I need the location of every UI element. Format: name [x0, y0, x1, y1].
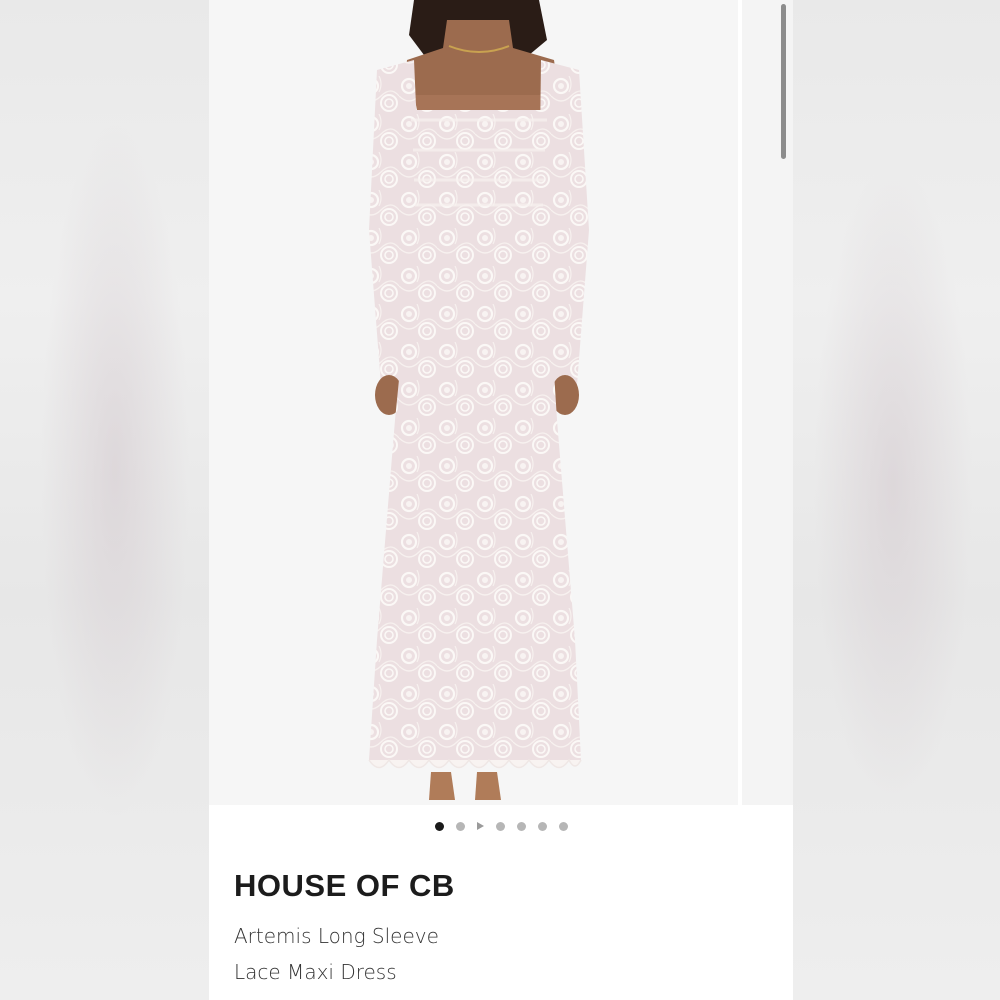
- blurred-background-right: [793, 0, 1000, 1000]
- blurred-background-left: [0, 0, 209, 1000]
- scrollbar[interactable]: [781, 4, 786, 159]
- product-image[interactable]: [209, 0, 738, 805]
- carousel-dot-2[interactable]: [455, 821, 465, 831]
- brand-name[interactable]: HOUSE OF CB: [234, 868, 455, 904]
- product-title-line-2: Lace Maxi Dress: [234, 960, 397, 984]
- carousel-dot-4[interactable]: [495, 821, 505, 831]
- lace-maxi-dress-photo: [368, 0, 589, 800]
- carousel-dot-6[interactable]: [537, 821, 547, 831]
- carousel-dot-1[interactable]: [434, 821, 444, 831]
- carousel-dot-7[interactable]: [558, 821, 568, 831]
- product-title-line-1: Artemis Long Sleeve: [234, 924, 439, 948]
- play-video-icon[interactable]: [476, 822, 484, 830]
- carousel-pagination: [209, 819, 793, 833]
- listing-screen: HOUSE OF CB Artemis Long Sleeve Lace Max…: [209, 0, 793, 1000]
- carousel-dot-5[interactable]: [516, 821, 526, 831]
